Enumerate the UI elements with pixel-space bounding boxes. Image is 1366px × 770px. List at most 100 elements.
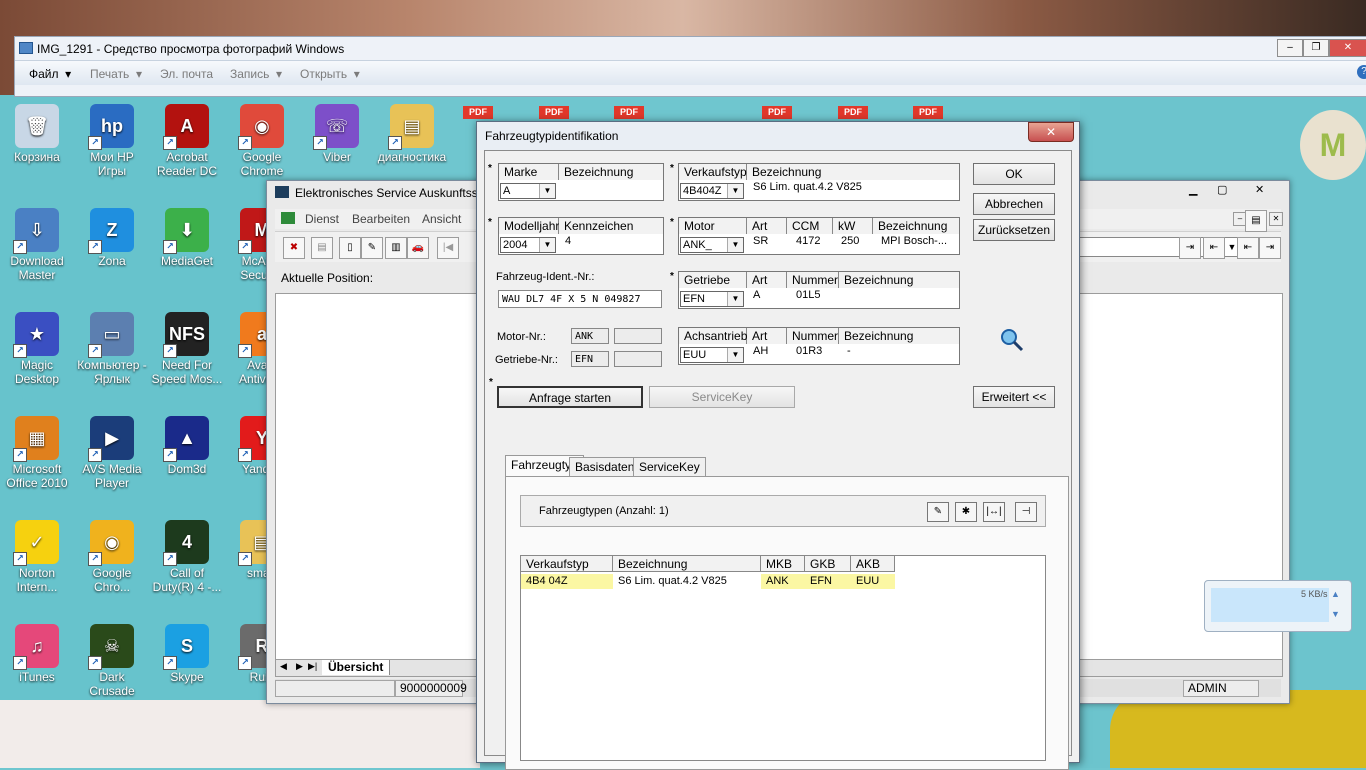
metro-logo: M — [1300, 110, 1366, 180]
desktop-icon[interactable]: ★ ↗ Magic Desktop — [0, 312, 74, 386]
col-mkb: MKB — [761, 556, 805, 572]
menu-email[interactable]: Эл. почта — [160, 67, 213, 81]
desktop-icon[interactable]: ☠ ↗ Dark Crusade — [75, 624, 149, 698]
desktop-icon[interactable]: S ↗ Skype — [150, 624, 224, 684]
config-icon[interactable]: ✱ — [955, 502, 977, 522]
menu-ansicht[interactable]: Ansicht — [422, 212, 461, 226]
search-icon[interactable] — [999, 327, 1025, 353]
elsa-mdi-close[interactable]: ✕ — [1269, 212, 1283, 226]
status-field-1 — [275, 680, 395, 697]
settings-icon[interactable]: ▤ — [1245, 210, 1267, 232]
tab-basisdaten[interactable]: Basisdaten — [569, 457, 641, 477]
reset-button[interactable]: Zurücksetzen — [973, 219, 1055, 241]
maximize-button[interactable]: ❐ — [1303, 39, 1329, 57]
pdf-icon[interactable]: PDF — [539, 106, 569, 119]
network-scroll-icon[interactable]: ▲ ▼ — [1331, 589, 1343, 621]
pdf-icon[interactable]: PDF — [838, 106, 868, 119]
desktop-icon[interactable]: 🗑 Корзина — [0, 104, 74, 164]
width-icon[interactable]: |↔| — [983, 502, 1005, 522]
print-icon[interactable]: ▤ — [311, 237, 333, 259]
desktop-icon[interactable]: ▭ ↗ Компьютер - Ярлык — [75, 312, 149, 386]
pdf-icon[interactable]: PDF — [463, 106, 493, 119]
motor-nr-serial-input[interactable] — [614, 328, 662, 344]
menu-dienst[interactable]: Dienst — [305, 212, 339, 226]
desktop-icon[interactable]: Z ↗ Zona — [75, 208, 149, 268]
desktop-icon[interactable]: ◉ ↗ Google Chro... — [75, 520, 149, 594]
cancel-button[interactable]: Abbrechen — [973, 193, 1055, 215]
delete-icon[interactable]: ✖ — [283, 237, 305, 259]
elsa-window-controls: ▁ ▢ ✕ — [1185, 183, 1277, 199]
desktop-icon[interactable]: ♫ ↗ iTunes — [0, 624, 74, 684]
current-position-label: Aktuelle Position: — [281, 271, 374, 285]
tab-uebersicht[interactable]: Übersicht — [322, 660, 391, 675]
getriebe-nummer-header: Nummer — [787, 272, 839, 288]
desktop-icon[interactable]: ◉ ↗ Google Chrome — [225, 104, 299, 178]
app-icon: ▤ ↗ — [388, 104, 434, 150]
achsantrieb-select[interactable]: EUU ▼ — [680, 347, 744, 363]
app-icon: NFS ↗ — [163, 312, 209, 358]
elsa-maximize-button[interactable]: ▢ — [1217, 183, 1227, 196]
document-icon[interactable]: ▥ — [385, 237, 407, 259]
desktop-icon[interactable]: ▲ ↗ Dom3d — [150, 416, 224, 476]
edit-icon[interactable]: ✎ — [361, 237, 383, 259]
app-icon: Z ↗ — [88, 208, 134, 254]
getriebe-nr-serial-input[interactable] — [614, 351, 662, 367]
nav-icon-1[interactable]: ⇥ — [1179, 237, 1201, 259]
dialog-close-button[interactable]: ✕ — [1028, 122, 1074, 142]
getriebe-select[interactable]: EFN ▼ — [680, 291, 744, 307]
tab-scroll-end[interactable]: ▶| — [308, 661, 317, 672]
nav-icon-4[interactable]: ⇥ — [1259, 237, 1281, 259]
menu-burn[interactable]: Запись ▾ — [230, 67, 282, 81]
close-button[interactable]: ✕ — [1329, 39, 1366, 57]
chevron-down-icon: ▼ — [539, 184, 555, 198]
desktop-icon[interactable]: ⬇ ↗ MediaGet — [150, 208, 224, 268]
first-icon[interactable]: |◀ — [437, 237, 459, 259]
desktop-icon[interactable]: NFS ↗ Need For Speed Mos... — [150, 312, 224, 386]
desktop-icon[interactable]: ✓ ↗ Norton Intern... — [0, 520, 74, 594]
menu-print[interactable]: Печать ▾ — [90, 67, 142, 81]
servicekey-button[interactable]: ServiceKey — [649, 386, 795, 408]
desktop-icon[interactable]: ☏ ↗ Viber — [300, 104, 374, 164]
tab-scroll-left[interactable]: ◀ — [280, 661, 287, 672]
tab-scroll-right[interactable]: ▶ — [296, 661, 303, 672]
pdf-icon[interactable]: PDF — [762, 106, 792, 119]
help-icon[interactable]: ? — [1357, 65, 1366, 79]
nav-icon-2[interactable]: ⇤ — [1203, 237, 1225, 259]
ok-button[interactable]: OK — [973, 163, 1055, 185]
menu-bearbeiten[interactable]: Bearbeiten — [352, 212, 410, 226]
elsa-close-button[interactable]: ✕ — [1255, 183, 1264, 196]
desktop-icon[interactable]: ⇩ ↗ Download Master — [0, 208, 74, 282]
marke-select[interactable]: A ▼ — [500, 183, 556, 199]
elsa-minimize-button[interactable]: ▁ — [1189, 183, 1197, 196]
desktop-icon[interactable]: ▶ ↗ AVS Media Player — [75, 416, 149, 490]
detail-icon[interactable]: ✎ — [927, 502, 949, 522]
nav-icon-3[interactable]: ⇤ — [1237, 237, 1259, 259]
advanced-button[interactable]: Erweitert << — [973, 386, 1055, 408]
desktop-icon[interactable]: A ↗ Acrobat Reader DC — [150, 104, 224, 178]
desktop-icon[interactable]: hp ↗ Мои HP Игры — [75, 104, 149, 178]
pin-icon[interactable]: ⊣ — [1015, 502, 1037, 522]
desktop-icon-label: Need For Speed Mos... — [151, 358, 223, 386]
minimize-button[interactable]: – — [1277, 39, 1303, 57]
app-icon: ♫ ↗ — [13, 624, 59, 670]
modelljahr-select[interactable]: 2004 ▼ — [500, 237, 556, 253]
menu-open[interactable]: Открыть ▾ — [300, 67, 360, 81]
verkaufstyp-select[interactable]: 4B404Z ▼ — [680, 183, 744, 199]
desktop-icon[interactable]: ▤ ↗ диагностика — [375, 104, 449, 164]
desktop-icon[interactable]: 4 ↗ Call of Duty(R) 4 -... — [150, 520, 224, 594]
motor-select[interactable]: ANK_ ▼ — [680, 237, 744, 253]
required-marker: * — [670, 271, 674, 282]
vehicle-icon[interactable]: 🚗 — [407, 237, 429, 259]
new-document-icon[interactable]: ▯ — [339, 237, 361, 259]
getriebe-nr-input[interactable]: EFN — [571, 351, 609, 367]
tab-servicekey[interactable]: ServiceKey — [633, 457, 706, 477]
pdf-icon[interactable]: PDF — [913, 106, 943, 119]
desktop-icon[interactable]: ▦ ↗ Microsoft Office 2010 — [0, 416, 74, 490]
start-query-button[interactable]: Anfrage starten — [497, 386, 643, 408]
app-icon: ⬇ ↗ — [163, 208, 209, 254]
desktop-icon-label: Мои HP Игры — [90, 150, 134, 178]
motor-nr-input[interactable]: ANK — [571, 328, 609, 344]
menu-file[interactable]: Файл ▾ — [29, 67, 71, 81]
fin-input[interactable]: WAU DL7 4F X 5 N 049827 — [498, 290, 662, 308]
pdf-icon[interactable]: PDF — [614, 106, 644, 119]
